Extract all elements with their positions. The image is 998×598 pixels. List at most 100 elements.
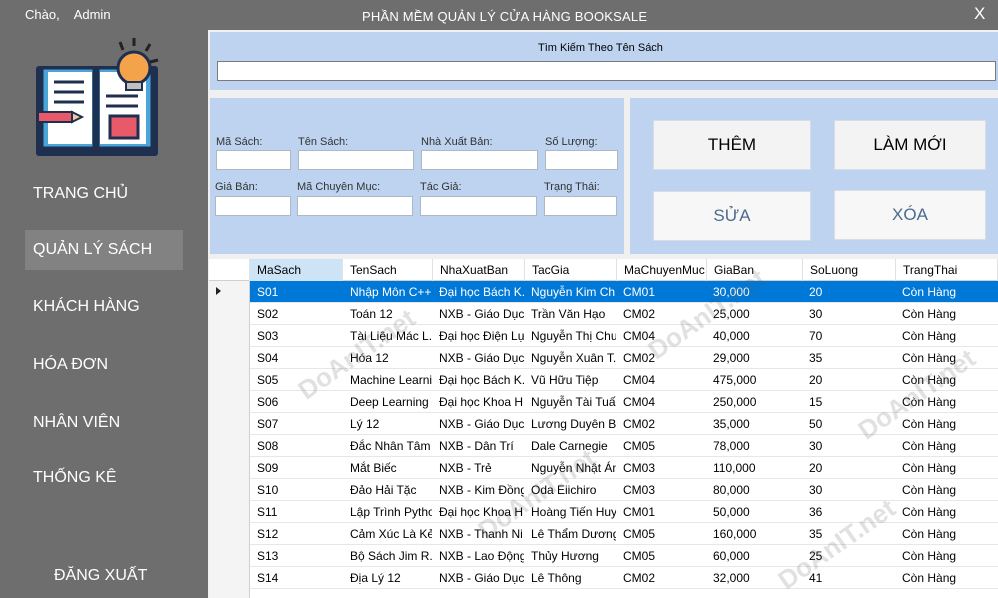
- table-cell-tensach[interactable]: Đắc Nhân Tâm: [347, 435, 432, 457]
- column-header[interactable]: NhaXuatBan: [433, 259, 525, 281]
- table-cell-soluong[interactable]: 70: [806, 325, 895, 347]
- trang-thai-field[interactable]: [544, 196, 617, 216]
- table-row[interactable]: S03Tài Liệu Mác L...Đại học Điện Lự...Ng…: [209, 325, 998, 347]
- table-cell-nhaxuatban[interactable]: NXB - Giáo Dục: [436, 347, 524, 369]
- table-cell-nhaxuatban[interactable]: Đại học Khoa H...: [436, 391, 524, 413]
- table-cell-machuyenmuc[interactable]: CM02: [620, 413, 706, 435]
- table-cell-machuyenmuc[interactable]: CM03: [620, 479, 706, 501]
- column-header[interactable]: GiaBan: [707, 259, 803, 281]
- table-cell-masach[interactable]: S03: [254, 325, 343, 347]
- table-cell-masach[interactable]: S14: [254, 567, 343, 589]
- so-luong-field[interactable]: [545, 150, 618, 170]
- table-cell-machuyenmuc[interactable]: CM05: [620, 435, 706, 457]
- table-row[interactable]: S14 Địa Lý 12 NXB - Giáo Dục Lê Thông CM02 32…: [209, 567, 998, 589]
- table-cell-giaban[interactable]: 78,000: [710, 435, 802, 457]
- table-cell-masach[interactable]: S11: [254, 501, 343, 523]
- table-cell-tacgia[interactable]: Oda Eiichiro: [528, 479, 616, 501]
- logout-button[interactable]: ĐĂNG XUẤT: [54, 567, 147, 585]
- table-cell-soluong[interactable]: 41: [806, 567, 895, 589]
- table-cell-tacgia[interactable]: Hoàng Tiến Huy: [528, 501, 616, 523]
- table-cell-soluong[interactable]: 35: [806, 523, 895, 545]
- nha-xuat-ban-field[interactable]: [421, 150, 538, 170]
- table-cell-tensach[interactable]: Tài Liệu Mác L...: [347, 325, 432, 347]
- table-cell-giaban[interactable]: 35,000: [710, 413, 802, 435]
- add-button[interactable]: THÊM: [653, 120, 811, 170]
- table-cell-masach[interactable]: S09: [254, 457, 343, 479]
- table-cell-tensach[interactable]: Đảo Hải Tặc: [347, 479, 432, 501]
- table-cell-nhaxuatban[interactable]: NXB - Giáo Dục: [436, 567, 524, 589]
- sidebar-item-hoa-don[interactable]: HÓA ĐƠN: [25, 345, 183, 385]
- table-row[interactable]: S05Machine Learni...Đại học Bách K...Vũ …: [209, 369, 998, 391]
- table-cell-tacgia[interactable]: Dale Carnegie: [528, 435, 616, 457]
- table-cell-tacgia[interactable]: Thủy Hương: [528, 545, 616, 567]
- table-cell-giaban[interactable]: 110,000: [710, 457, 802, 479]
- table-cell-trangthai[interactable]: Còn Hàng: [899, 413, 997, 435]
- table-cell-soluong[interactable]: 20: [806, 281, 895, 303]
- delete-button[interactable]: XÓA: [834, 190, 986, 240]
- sidebar-item-trang-chu[interactable]: TRANG CHỦ: [25, 174, 183, 214]
- table-cell-giaban[interactable]: 50,000: [710, 501, 802, 523]
- table-cell-nhaxuatban[interactable]: NXB - Trẻ: [436, 457, 524, 479]
- table-cell-tensach[interactable]: Hóa 12: [347, 347, 432, 369]
- table-cell-machuyenmuc[interactable]: CM04: [620, 369, 706, 391]
- table-cell-nhaxuatban[interactable]: Đại học Bách K...: [436, 281, 524, 303]
- table-cell-trangthai[interactable]: Còn Hàng: [899, 281, 997, 303]
- table-cell-nhaxuatban[interactable]: NXB - Lao Động: [436, 545, 524, 567]
- table-row[interactable]: S09Mắt BiếcNXB - TrẻNguyễn Nhật ÁnhCM031…: [209, 457, 998, 479]
- table-cell-masach[interactable]: S07: [254, 413, 343, 435]
- table-cell-soluong[interactable]: 35: [806, 347, 895, 369]
- table-cell-machuyenmuc[interactable]: CM05: [620, 523, 706, 545]
- column-header[interactable]: TrangThai: [896, 259, 998, 281]
- table-row[interactable]: S10 Đảo Hải Tặc NXB - Kim Đồng Oda Eiichiro…: [209, 479, 998, 501]
- table-row[interactable]: S04 Hóa 12 NXB - Giáo Dục Nguyễn Xuân T... C…: [209, 347, 998, 369]
- table-cell-machuyenmuc[interactable]: CM04: [620, 325, 706, 347]
- sidebar-item-thong-ke[interactable]: THỐNG KÊ: [25, 458, 183, 498]
- table-cell-soluong[interactable]: 36: [806, 501, 895, 523]
- table-cell-trangthai[interactable]: Còn Hàng: [899, 325, 997, 347]
- search-input[interactable]: [217, 61, 996, 81]
- table-cell-masach[interactable]: S04: [254, 347, 343, 369]
- table-cell-machuyenmuc[interactable]: CM01: [620, 501, 706, 523]
- table-cell-masach[interactable]: S06: [254, 391, 343, 413]
- table-cell-tensach[interactable]: Lý 12: [347, 413, 432, 435]
- table-cell-giaban[interactable]: 29,000: [710, 347, 802, 369]
- table-cell-trangthai[interactable]: Còn Hàng: [899, 391, 997, 413]
- ten-sach-field[interactable]: [298, 150, 414, 170]
- table-cell-giaban[interactable]: 160,000: [710, 523, 802, 545]
- table-cell-soluong[interactable]: 30: [806, 303, 895, 325]
- table-cell-giaban[interactable]: 80,000: [710, 479, 802, 501]
- table-cell-soluong[interactable]: 30: [806, 435, 895, 457]
- edit-button[interactable]: SỬA: [653, 191, 811, 241]
- column-header[interactable]: TenSach: [343, 259, 433, 281]
- table-cell-trangthai[interactable]: Còn Hàng: [899, 545, 997, 567]
- table-cell-giaban[interactable]: 32,000: [710, 567, 802, 589]
- table-cell-tensach[interactable]: Bộ Sách Jim R...: [347, 545, 432, 567]
- table-cell-tacgia[interactable]: Trần Văn Hạo: [528, 303, 616, 325]
- table-cell-giaban[interactable]: 40,000: [710, 325, 802, 347]
- table-cell-nhaxuatban[interactable]: Đại học Khoa H...: [436, 501, 524, 523]
- table-row[interactable]: S02 Toán 12 NXB - Giáo Dục Trần Văn Hạo CM02…: [209, 303, 998, 325]
- table-cell-nhaxuatban[interactable]: NXB - Dân Trí: [436, 435, 524, 457]
- table-cell-tensach[interactable]: Deep Learning ...: [347, 391, 432, 413]
- table-cell-masach[interactable]: S01: [254, 281, 343, 303]
- table-cell-soluong[interactable]: 25: [806, 545, 895, 567]
- table-cell-giaban[interactable]: 475,000: [710, 369, 802, 391]
- table-cell-soluong[interactable]: 20: [806, 457, 895, 479]
- table-cell-trangthai[interactable]: Còn Hàng: [899, 369, 997, 391]
- table-cell-tensach[interactable]: Địa Lý 12: [347, 567, 432, 589]
- table-cell-giaban[interactable]: 30,000: [710, 281, 802, 303]
- table-cell-tacgia[interactable]: Nguyễn Tài Tuấn: [528, 391, 616, 413]
- table-row[interactable]: S01 Nhập Môn C++ Đại học Bách K... Nguyễn K…: [209, 281, 998, 303]
- table-cell-tensach[interactable]: Cảm Xúc Là Kẻ...: [347, 523, 432, 545]
- table-cell-nhaxuatban[interactable]: Đại học Bách K...: [436, 369, 524, 391]
- table-cell-trangthai[interactable]: Còn Hàng: [899, 457, 997, 479]
- table-row[interactable]: S06Deep Learning ...Đại học Khoa H...Ngu…: [209, 391, 998, 413]
- table-cell-tensach[interactable]: Machine Learni...: [347, 369, 432, 391]
- table-cell-masach[interactable]: S08: [254, 435, 343, 457]
- table-cell-tacgia[interactable]: Nguyễn Xuân T...: [528, 347, 616, 369]
- table-cell-nhaxuatban[interactable]: Đại học Điện Lự...: [436, 325, 524, 347]
- table-cell-masach[interactable]: S02: [254, 303, 343, 325]
- table-cell-soluong[interactable]: 50: [806, 413, 895, 435]
- table-cell-tacgia[interactable]: Lương Duyên Bì...: [528, 413, 616, 435]
- sidebar-item-khach-hang[interactable]: KHÁCH HÀNG: [25, 287, 183, 327]
